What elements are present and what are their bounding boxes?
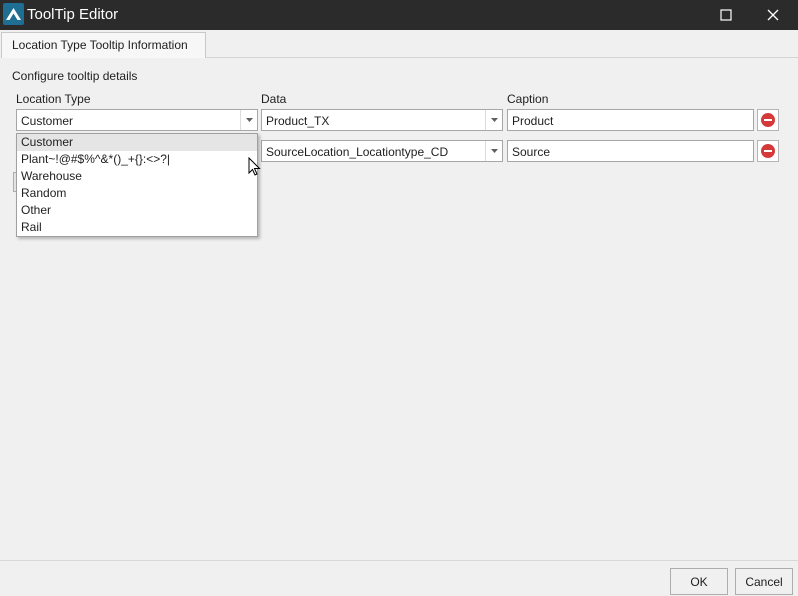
tab-location-type-tooltip[interactable]: Location Type Tooltip Information xyxy=(1,32,206,58)
maximize-icon xyxy=(720,9,732,21)
cancel-button[interactable]: Cancel xyxy=(735,568,793,595)
caption-field-row2[interactable]: Source xyxy=(507,140,754,162)
close-icon xyxy=(767,9,779,21)
location-type-value: Customer xyxy=(21,114,74,128)
caption-field-row1[interactable]: Product xyxy=(507,109,754,131)
dropdown-option[interactable]: Plant~!@#$%^&*()_+{}:<>?| xyxy=(17,151,257,168)
caption-value: Source xyxy=(512,145,551,159)
mouse-cursor-icon xyxy=(248,156,261,179)
title-bar: ToolTip Editor xyxy=(0,0,798,30)
caption-value: Product xyxy=(512,114,554,128)
tab-label: Location Type Tooltip Information xyxy=(12,38,188,52)
dialog-footer: OK Cancel xyxy=(0,560,798,596)
maximize-button[interactable] xyxy=(703,0,749,30)
ok-button[interactable]: OK xyxy=(670,568,728,595)
data-select-row1[interactable]: Product_TX xyxy=(261,109,503,131)
chevron-down-icon xyxy=(490,149,498,153)
data-value: SourceLocation_Locationtype_CD xyxy=(266,145,449,159)
chevron-down-icon xyxy=(245,118,253,122)
dropdown-option[interactable]: Customer xyxy=(17,134,257,151)
location-type-select-row1[interactable]: Customer xyxy=(16,109,258,131)
data-header: Data xyxy=(261,92,287,106)
dialog-content: Location Type Tooltip Information Config… xyxy=(0,30,798,560)
dropdown-arrow-button[interactable] xyxy=(240,110,257,130)
caption-header: Caption xyxy=(507,92,549,106)
remove-icon xyxy=(761,113,775,127)
location-type-dropdown-list[interactable]: Customer Plant~!@#$%^&*()_+{}:<>?| Wareh… xyxy=(16,133,258,237)
chevron-down-icon xyxy=(490,118,498,122)
dropdown-option[interactable]: Other xyxy=(17,202,257,219)
dropdown-option[interactable]: Warehouse xyxy=(17,168,257,185)
location-type-header: Location Type xyxy=(16,92,91,106)
window-title: ToolTip Editor xyxy=(27,6,119,23)
app-logo-icon xyxy=(3,3,24,25)
close-button[interactable] xyxy=(750,0,796,30)
remove-row-button[interactable] xyxy=(757,140,779,162)
dropdown-arrow-button[interactable] xyxy=(485,110,502,130)
dropdown-option[interactable]: Rail xyxy=(17,219,257,236)
remove-row-button[interactable] xyxy=(757,109,779,131)
remove-icon xyxy=(761,144,775,158)
dropdown-arrow-button[interactable] xyxy=(485,141,502,161)
data-select-row2[interactable]: SourceLocation_Locationtype_CD xyxy=(261,140,503,162)
config-label: Configure tooltip details xyxy=(12,69,138,83)
data-value: Product_TX xyxy=(266,114,330,128)
dropdown-option[interactable]: Random xyxy=(17,185,257,202)
